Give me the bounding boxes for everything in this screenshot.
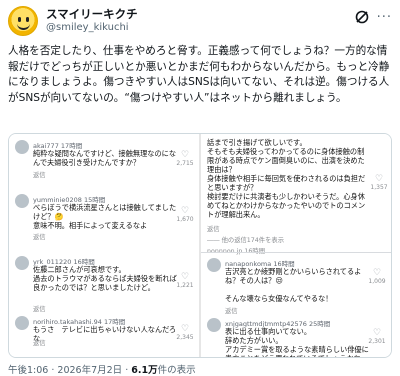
reply-label: 返信 [225, 308, 238, 315]
like-counter: ♡ 1,009 [368, 268, 386, 285]
commenter-avatar [15, 256, 29, 270]
attached-image[interactable]: akai777 17時間 純粋な疑問なんですけど、接触無理なのになんで夫婦役引き… [8, 133, 392, 358]
commenter-avatar [15, 194, 29, 208]
heart-icon: ♡ [374, 174, 384, 184]
comments-screenshot-right: 話まで引き揚げて欲しいです。 そもそも夫婦役ってわかってるのに身体接触の制限があ… [201, 134, 391, 357]
like-counter: ♡ 1,357 [370, 174, 388, 191]
commenter-avatar [207, 318, 221, 332]
comment-text: 佐藤二郎さんが可哀想です。 過去のトラウマがあるならば夫婦役を断れば良かったので… [33, 265, 177, 292]
view-count: 6.1万 [131, 365, 158, 376]
reply-label: 返信 [33, 172, 46, 179]
view-count-label: 件の表示 [157, 365, 196, 376]
author-handle[interactable]: @smiley_kikuchi [46, 22, 129, 33]
comment-text: もうさ テレビに出ちゃいけない人なんだろな [33, 325, 177, 343]
view-more-replies[interactable]: ―― 他の返信174件を表示 [207, 235, 284, 244]
post-text: 人格を否定したり、仕事をやめろと脅す。正義感って何でしょうね？一方的な情報だけで… [8, 45, 390, 104]
comment-text: 表に出る仕事向いてない。 辞めた方がいい。 アカデミー賞を取るような素晴らしい俳… [225, 327, 369, 357]
grok-icon[interactable] [354, 9, 370, 25]
section-divider [201, 252, 391, 253]
more-icon[interactable]: ··· [377, 10, 392, 25]
heart-icon: ♡ [180, 206, 190, 216]
author-display-name[interactable]: スマイリーキクチ [46, 6, 138, 22]
author-avatar[interactable] [8, 6, 38, 36]
heart-icon: ♡ [180, 150, 190, 160]
heart-icon: ♡ [180, 324, 190, 334]
reply-label: 返信 [33, 306, 46, 313]
comment-text: べらぼうで横浜流星さんとは接触してましたけど？🤔 意味不明。相手によって変えるな… [33, 203, 177, 230]
heart-icon: ♡ [180, 272, 190, 282]
like-counter: ♡ 2,715 [176, 150, 194, 167]
post-meta: 午後1:06 · 2026年7月2日 · 6.1万件の表示 [8, 365, 196, 376]
post-header: スマイリーキクチ @smiley_kikuchi ··· [8, 6, 392, 38]
commenter-avatar [15, 140, 29, 154]
heart-icon: ♡ [372, 268, 382, 278]
commenter-avatar [15, 316, 29, 330]
post-time[interactable]: 午後1:06 [8, 365, 48, 376]
comment-text: 純粋な疑問なんですけど、接触無理なのになんで夫婦役引き受けたんですか？ [33, 149, 177, 167]
like-counter: ♡ 2,345 [176, 324, 194, 341]
like-counter: ♡ 2,301 [368, 328, 386, 345]
comments-screenshot-left: akai777 17時間 純粋な疑問なんですけど、接触無理なのになんで夫婦役引き… [9, 134, 199, 357]
like-counter: ♡ 1,670 [176, 206, 194, 223]
reply-label: 返信 [33, 234, 46, 241]
comment-user: nonnnon.jp 16時間 [207, 246, 265, 255]
comment-text: 話まで引き揚げて欲しいです。 そもそも夫婦役ってわかってるのに身体接触の制限があ… [207, 138, 366, 219]
comment-text: 吉沢亮とか綾野剛とかいらいらされてるよね？その人は？😒 そんな壊なら女優なんてや… [225, 267, 362, 303]
reply-label: 返信 [207, 226, 220, 233]
reply-label: 返信 [33, 340, 46, 347]
post-date[interactable]: 2026年7月2日 [57, 365, 122, 376]
commenter-avatar [207, 258, 221, 272]
heart-icon: ♡ [372, 328, 382, 338]
like-counter: ♡ 1,221 [176, 272, 194, 289]
